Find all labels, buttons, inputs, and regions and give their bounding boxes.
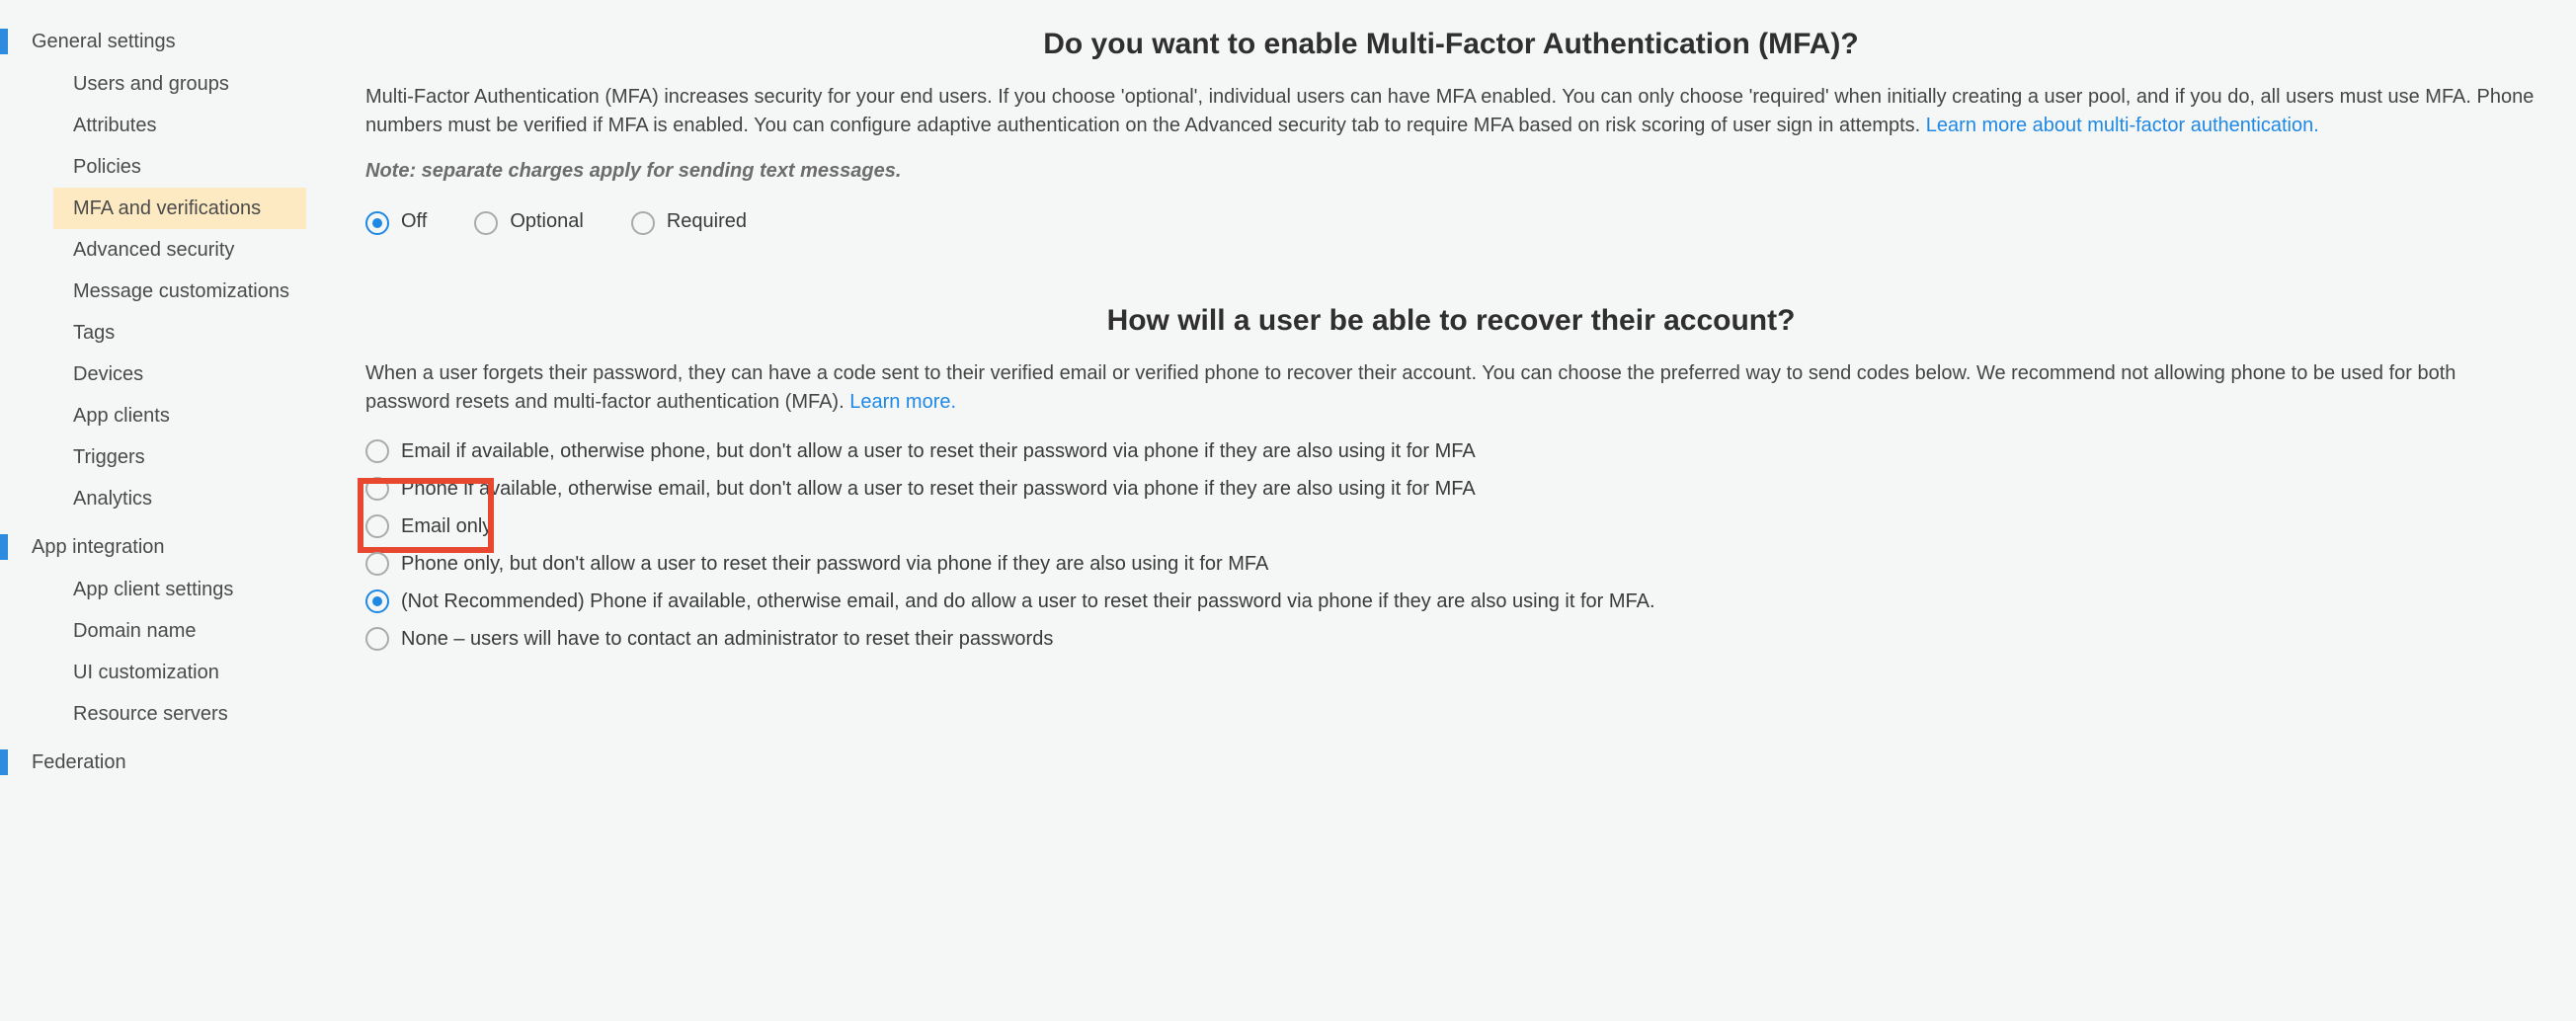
radio-label: None – users will have to contact an adm… bbox=[401, 624, 1053, 654]
nav-heading-label: Federation bbox=[32, 751, 126, 774]
radio-label: Optional bbox=[510, 210, 584, 233]
radio-icon[interactable] bbox=[365, 477, 389, 501]
radio-icon[interactable] bbox=[365, 211, 389, 235]
radio-icon[interactable] bbox=[365, 552, 389, 576]
radio-label: Off bbox=[401, 210, 427, 233]
sidebar: General settings Users and groupsAttribut… bbox=[0, 0, 306, 1021]
radio-icon[interactable] bbox=[631, 211, 655, 235]
nav-heading-marker-icon bbox=[0, 534, 8, 560]
radio-icon[interactable] bbox=[474, 211, 498, 235]
recovery-body: When a user forgets their password, they… bbox=[365, 359, 2536, 417]
radio-icon[interactable] bbox=[365, 589, 389, 613]
main-content: Do you want to enable Multi-Factor Authe… bbox=[306, 0, 2576, 1021]
radio-label: (Not Recommended) Phone if available, ot… bbox=[401, 587, 1655, 616]
nav-heading-label: App integration bbox=[32, 536, 165, 559]
mfa-option[interactable]: Optional bbox=[474, 208, 584, 235]
radio-icon[interactable] bbox=[365, 439, 389, 463]
recovery-option[interactable]: Email if available, otherwise phone, but… bbox=[365, 436, 2536, 466]
sidebar-item[interactable]: Devices bbox=[73, 353, 306, 395]
radio-label: Email only bbox=[401, 511, 492, 541]
mfa-option[interactable]: Required bbox=[631, 208, 747, 235]
sidebar-item[interactable]: Tags bbox=[73, 312, 306, 353]
nav-heading-marker-icon bbox=[0, 29, 8, 54]
radio-label: Email if available, otherwise phone, but… bbox=[401, 436, 1476, 466]
mfa-option[interactable]: Off bbox=[365, 208, 427, 235]
nav-heading[interactable]: App integration bbox=[0, 525, 306, 569]
radio-icon[interactable] bbox=[365, 627, 389, 651]
sidebar-item[interactable]: Policies bbox=[73, 146, 306, 188]
sidebar-item[interactable]: Domain name bbox=[73, 610, 306, 652]
nav-heading-marker-icon bbox=[0, 749, 8, 775]
sidebar-item[interactable]: UI customization bbox=[73, 652, 306, 693]
nav-section: Federation bbox=[0, 741, 306, 784]
radio-icon[interactable] bbox=[365, 514, 389, 538]
sidebar-item[interactable]: Resource servers bbox=[73, 693, 306, 735]
recovery-learn-more-link[interactable]: Learn more. bbox=[849, 391, 956, 413]
sidebar-item[interactable]: Message customizations bbox=[73, 271, 306, 312]
sidebar-item[interactable]: App clients bbox=[73, 395, 306, 436]
sidebar-item[interactable]: Analytics bbox=[73, 478, 306, 519]
mfa-learn-more-link[interactable]: Learn more about multi-factor authentica… bbox=[1926, 115, 2319, 136]
mfa-heading: Do you want to enable Multi-Factor Authe… bbox=[365, 28, 2536, 61]
recovery-radio-group: Email if available, otherwise phone, but… bbox=[365, 436, 2536, 654]
sidebar-item[interactable]: MFA and verifications bbox=[53, 188, 306, 229]
sidebar-item[interactable]: Attributes bbox=[73, 105, 306, 146]
radio-label: Phone only, but don't allow a user to re… bbox=[401, 549, 1268, 579]
recovery-body-text: When a user forgets their password, they… bbox=[365, 362, 2455, 413]
recovery-option[interactable]: Email only bbox=[365, 511, 2536, 541]
recovery-heading: How will a user be able to recover their… bbox=[365, 304, 2536, 338]
nav-sublist: Users and groupsAttributesPoliciesMFA an… bbox=[0, 63, 306, 519]
nav-section: General settings Users and groupsAttribut… bbox=[0, 20, 306, 519]
sidebar-item[interactable]: Advanced security bbox=[73, 229, 306, 271]
sidebar-item[interactable]: App client settings bbox=[73, 569, 306, 610]
mfa-radio-group: Off Optional Required bbox=[365, 208, 2536, 235]
sidebar-item[interactable]: Users and groups bbox=[73, 63, 306, 105]
nav-heading[interactable]: General settings bbox=[0, 20, 306, 63]
recovery-option[interactable]: (Not Recommended) Phone if available, ot… bbox=[365, 587, 2536, 616]
mfa-body: Multi-Factor Authentication (MFA) increa… bbox=[365, 83, 2536, 140]
nav-sublist: App client settingsDomain nameUI customi… bbox=[0, 569, 306, 735]
recovery-option[interactable]: Phone only, but don't allow a user to re… bbox=[365, 549, 2536, 579]
sidebar-item[interactable]: Triggers bbox=[73, 436, 306, 478]
radio-label: Required bbox=[667, 210, 747, 233]
mfa-note: Note: separate charges apply for sending… bbox=[365, 160, 2536, 183]
radio-label: Phone if available, otherwise email, but… bbox=[401, 474, 1476, 504]
nav-section: App integration App client settingsDomain… bbox=[0, 525, 306, 735]
recovery-option[interactable]: None – users will have to contact an adm… bbox=[365, 624, 2536, 654]
nav-heading[interactable]: Federation bbox=[0, 741, 306, 784]
recovery-option[interactable]: Phone if available, otherwise email, but… bbox=[365, 474, 2536, 504]
nav-heading-label: General settings bbox=[32, 31, 176, 53]
